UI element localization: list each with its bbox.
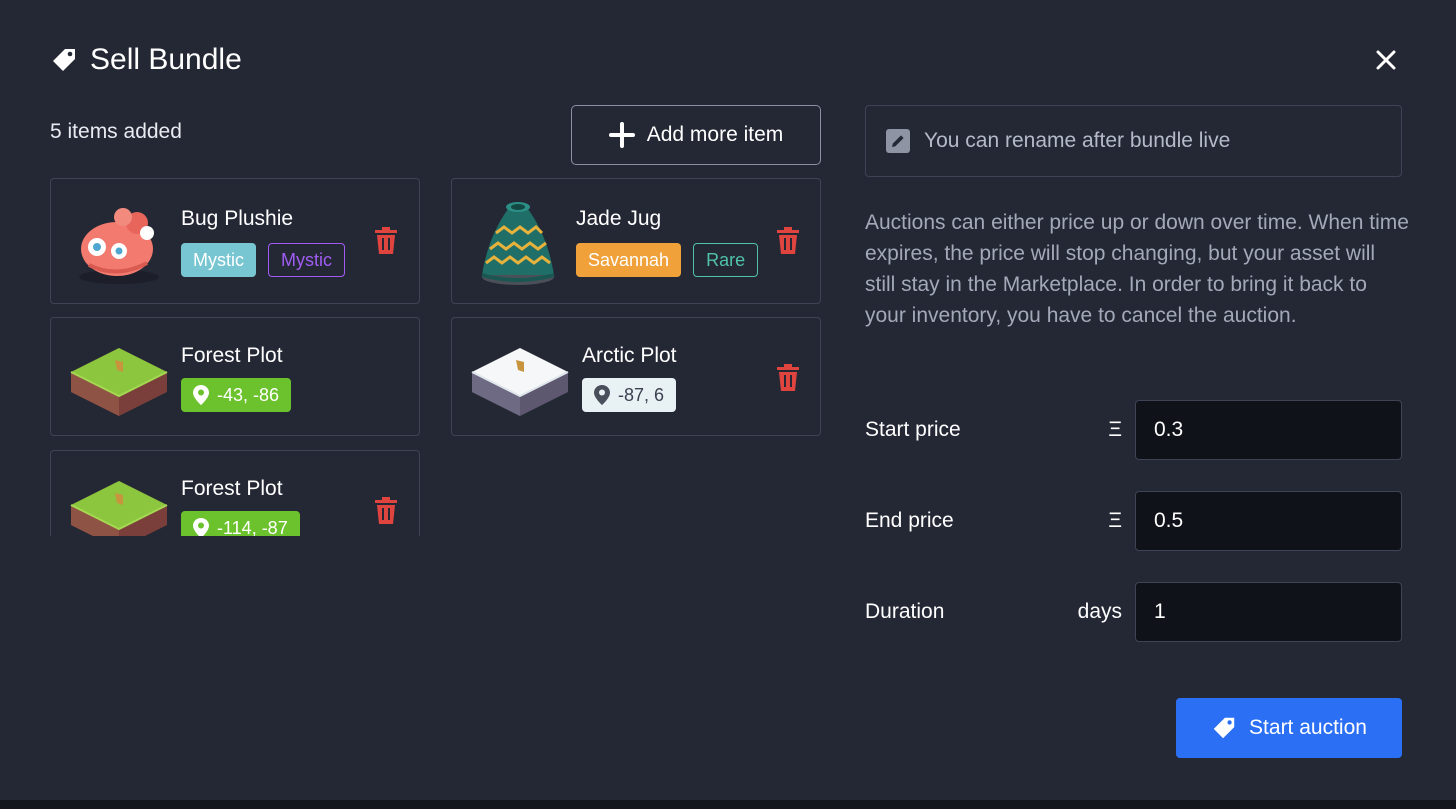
item-name: Arctic Plot	[582, 344, 677, 367]
rename-hint-text: You can rename after bundle live	[924, 129, 1231, 152]
coordinates-badge: -43, -86	[181, 378, 292, 412]
start-price-unit: Ξ	[1108, 418, 1122, 441]
item-name: Forest Plot	[181, 344, 283, 367]
start-price-input[interactable]	[1135, 400, 1402, 460]
item-tags: Mystic Mystic	[181, 243, 345, 277]
start-auction-button[interactable]: Start auction	[1176, 698, 1402, 758]
close-button[interactable]	[1370, 44, 1402, 76]
trash-icon[interactable]	[373, 227, 399, 255]
bundle-items-list[interactable]: Bug Plushie Mystic Mystic Jade Jug Savan…	[50, 178, 822, 536]
close-icon	[1376, 50, 1396, 70]
item-name: Bug Plushie	[181, 207, 294, 230]
bundle-item-card: Bug Plushie Mystic Mystic	[50, 178, 420, 304]
bundle-item-card: Forest Plot -43, -86	[50, 317, 420, 436]
tag-icon	[53, 49, 75, 71]
end-price-input[interactable]	[1135, 491, 1402, 551]
rename-hint-field[interactable]: You can rename after bundle live	[865, 105, 1402, 177]
biome-tag: Savannah	[576, 243, 682, 277]
coordinates-badge: -114, -87	[181, 511, 300, 536]
trash-icon[interactable]	[775, 227, 801, 255]
location-pin-icon	[594, 385, 610, 405]
jade-jug-image	[481, 202, 555, 285]
item-name: Forest Plot	[181, 477, 283, 500]
coordinates-text: -114, -87	[217, 517, 288, 537]
pencil-icon	[886, 129, 910, 153]
add-more-item-label: Add more item	[646, 123, 784, 146]
auction-info-text: Auctions can either price up or down ove…	[865, 211, 1409, 327]
bundle-item-card: Arctic Plot -87, 6	[451, 317, 821, 436]
trash-icon[interactable]	[373, 497, 399, 525]
item-tags: -114, -87	[181, 511, 300, 536]
duration-label: Duration	[865, 600, 945, 623]
bundle-item-card: Jade Jug Savannah Rare	[451, 178, 821, 304]
forest-plot-image	[70, 348, 168, 416]
coordinates-text: -43, -86	[217, 384, 280, 405]
start-price-label: Start price	[865, 418, 961, 441]
duration-unit: days	[1077, 600, 1122, 623]
bundle-item-card: Forest Plot -114, -87	[50, 450, 420, 536]
item-tags: -43, -86	[181, 378, 292, 412]
item-tags: Savannah Rare	[576, 243, 759, 277]
start-auction-label: Start auction	[1249, 716, 1367, 739]
forest-plot-image	[70, 481, 168, 536]
rarity-tag: Rare	[693, 243, 759, 277]
item-name: Jade Jug	[576, 207, 662, 230]
tag-icon	[1213, 717, 1235, 739]
arctic-plot-image	[471, 348, 569, 416]
modal-header: Sell Bundle	[50, 40, 242, 80]
trash-icon[interactable]	[775, 364, 801, 392]
axie-plushie-image	[79, 208, 159, 284]
item-tags: -87, 6	[582, 378, 677, 412]
items-count: 5 items added	[50, 120, 182, 143]
modal-title: Sell Bundle	[90, 43, 242, 76]
class-tag: Mystic	[181, 243, 256, 277]
sell-bundle-modal: Sell Bundle 5 items added Add more item	[0, 0, 1456, 800]
plus-icon	[608, 122, 635, 148]
rarity-tag: Mystic	[268, 243, 345, 277]
location-pin-icon	[193, 518, 209, 536]
coordinates-badge: -87, 6	[582, 378, 677, 412]
add-more-item-button[interactable]: Add more item	[571, 105, 821, 165]
end-price-label: End price	[865, 509, 954, 532]
end-price-unit: Ξ	[1108, 509, 1122, 532]
location-pin-icon	[193, 385, 209, 405]
duration-input[interactable]	[1135, 582, 1402, 642]
coordinates-text: -87, 6	[618, 384, 665, 405]
